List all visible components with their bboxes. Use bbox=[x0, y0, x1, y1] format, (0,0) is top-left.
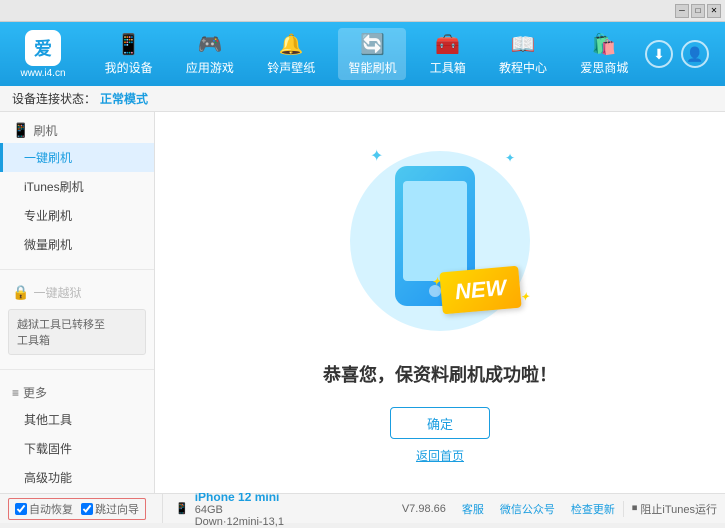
maximize-button[interactable]: □ bbox=[691, 4, 705, 18]
stop-itunes-button[interactable]: ⏹ 阻止iTunes运行 bbox=[623, 501, 717, 517]
nav-item-apps-games[interactable]: 🎮 应用游戏 bbox=[176, 28, 244, 80]
my-device-icon: 📱 bbox=[116, 32, 141, 57]
status-bar: 设备连接状态： 正常模式 bbox=[0, 86, 725, 112]
checkbox-container: 自动恢复 跳过向导 bbox=[8, 498, 146, 520]
device-version: Down·12mini-13,1 bbox=[195, 516, 284, 528]
bottom-device-info: 📱 iPhone 12 mini 64GB Down·12mini-13,1 bbox=[163, 490, 402, 528]
minimize-button[interactable]: ─ bbox=[675, 4, 689, 18]
sidebar: 📱 刷机 一键刷机 iTunes刷机 专业刷机 微量刷机 🔒 一键越狱 bbox=[0, 112, 155, 493]
nav-items: 📱 我的设备 🎮 应用游戏 🔔 铃声壁纸 🔄 智能刷机 🧰 工具箱 📖 教程中心… bbox=[88, 28, 645, 80]
sidebar-item-pro-flash[interactable]: 专业刷机 bbox=[0, 201, 154, 230]
nav-bar: 爱 www.i4.cn 📱 我的设备 🎮 应用游戏 🔔 铃声壁纸 🔄 智能刷机 … bbox=[0, 22, 725, 86]
close-button[interactable]: ✕ bbox=[707, 4, 721, 18]
auto-restore-checkbox[interactable] bbox=[15, 503, 27, 515]
tutorials-icon: 📖 bbox=[511, 32, 536, 57]
nav-item-my-device[interactable]: 📱 我的设备 bbox=[95, 28, 163, 80]
title-bar: ─ □ ✕ bbox=[0, 0, 725, 22]
sparkle-top-right: ✦ bbox=[505, 151, 515, 165]
flash-section-icon: 📱 bbox=[12, 122, 29, 139]
auto-restore-label: 自动恢复 bbox=[29, 501, 73, 517]
bottom-right: V7.98.66 客服 微信公众号 检查更新 bbox=[402, 501, 623, 517]
logo-icon: 爱 bbox=[25, 30, 61, 66]
sidebar-item-advanced[interactable]: 高级功能 bbox=[0, 463, 154, 492]
nav-item-toolbox[interactable]: 🧰 工具箱 bbox=[420, 28, 476, 80]
update-button[interactable]: 检查更新 bbox=[571, 501, 615, 517]
sidebar-item-download-firmware[interactable]: 下载固件 bbox=[0, 434, 154, 463]
sidebar-section-jailbreak: 🔒 一键越狱 越狱工具已转移至工具箱 bbox=[0, 274, 154, 365]
apps-games-icon: 🎮 bbox=[197, 32, 222, 57]
bottom-bar: 自动恢复 跳过向导 📱 iPhone 12 mini 64GB Down·12m… bbox=[0, 493, 725, 523]
nav-right-buttons: ⬇ 👤 bbox=[645, 40, 717, 68]
skip-wizard-label: 跳过向导 bbox=[95, 501, 139, 517]
toolbox-icon: 🧰 bbox=[435, 32, 460, 57]
phone-illustration: ✦ ✦ NEW bbox=[340, 141, 540, 341]
window-controls[interactable]: ─ □ ✕ bbox=[675, 4, 721, 18]
new-badge: NEW bbox=[439, 266, 522, 315]
jailbreak-icon: 🔒 bbox=[12, 284, 29, 301]
ringtones-icon: 🔔 bbox=[279, 32, 304, 57]
nav-item-tutorials[interactable]: 📖 教程中心 bbox=[489, 28, 557, 80]
version-text: V7.98.66 bbox=[402, 503, 446, 515]
sidebar-item-micro-flash[interactable]: 微量刷机 bbox=[0, 230, 154, 259]
skip-wizard-checkbox[interactable] bbox=[81, 503, 93, 515]
stop-itunes-icon: ⏹ bbox=[632, 502, 638, 515]
status-value: 正常模式 bbox=[100, 90, 148, 107]
sidebar-jailbreak-header: 🔒 一键越狱 bbox=[0, 280, 154, 305]
sidebar-divider-2 bbox=[0, 369, 154, 370]
stop-itunes-label: 阻止iTunes运行 bbox=[640, 501, 717, 517]
sidebar-flash-header: 📱 刷机 bbox=[0, 118, 154, 143]
success-text: 恭喜您，保资料刷机成功啦！ bbox=[323, 361, 557, 387]
app-logo: 爱 www.i4.cn bbox=[8, 30, 78, 79]
confirm-button[interactable]: 确定 bbox=[390, 407, 490, 439]
nav-item-smart-flash[interactable]: 🔄 智能刷机 bbox=[338, 28, 406, 80]
download-button[interactable]: ⬇ bbox=[645, 40, 673, 68]
phone-screen bbox=[403, 181, 467, 281]
main-content: 📱 刷机 一键刷机 iTunes刷机 专业刷机 微量刷机 🔒 一键越狱 bbox=[0, 112, 725, 493]
status-label: 设备连接状态： bbox=[12, 90, 96, 107]
sidebar-item-itunes-flash[interactable]: iTunes刷机 bbox=[0, 172, 154, 201]
smart-flash-icon: 🔄 bbox=[360, 32, 385, 57]
nav-item-ai-city[interactable]: 🛍️ 爱思商城 bbox=[570, 28, 638, 80]
content-area: ✦ ✦ NEW 恭喜您，保资料刷机成功啦！ 确定 返回首页 bbox=[155, 112, 725, 493]
bottom-left: 自动恢复 跳过向导 bbox=[8, 494, 163, 523]
device-storage: 64GB bbox=[195, 504, 284, 516]
sparkle-top-left: ✦ bbox=[370, 146, 383, 166]
more-icon: ≡ bbox=[12, 386, 19, 400]
auto-restore-checkbox-group[interactable]: 自动恢复 bbox=[15, 501, 73, 517]
skip-wizard-checkbox-group[interactable]: 跳过向导 bbox=[81, 501, 139, 517]
sidebar-section-flash: 📱 刷机 一键刷机 iTunes刷机 专业刷机 微量刷机 bbox=[0, 112, 154, 265]
sidebar-item-one-click-flash[interactable]: 一键刷机 bbox=[0, 143, 154, 172]
sidebar-section-more: ≡ 更多 其他工具 下载固件 高级功能 bbox=[0, 374, 154, 493]
sidebar-jailbreak-note: 越狱工具已转移至工具箱 bbox=[8, 309, 146, 355]
sidebar-divider-1 bbox=[0, 269, 154, 270]
device-phone-icon: 📱 bbox=[175, 502, 189, 515]
sidebar-item-other-tools[interactable]: 其他工具 bbox=[0, 405, 154, 434]
wechat-link[interactable]: 微信公众号 bbox=[500, 501, 555, 517]
nav-item-ringtones[interactable]: 🔔 铃声壁纸 bbox=[257, 28, 325, 80]
user-button[interactable]: 👤 bbox=[681, 40, 709, 68]
ai-city-icon: 🛍️ bbox=[592, 32, 617, 57]
service-link[interactable]: 客服 bbox=[462, 501, 484, 517]
sidebar-more-header: ≡ 更多 bbox=[0, 380, 154, 405]
back-link[interactable]: 返回首页 bbox=[416, 447, 464, 464]
logo-text: www.i4.cn bbox=[20, 68, 65, 79]
